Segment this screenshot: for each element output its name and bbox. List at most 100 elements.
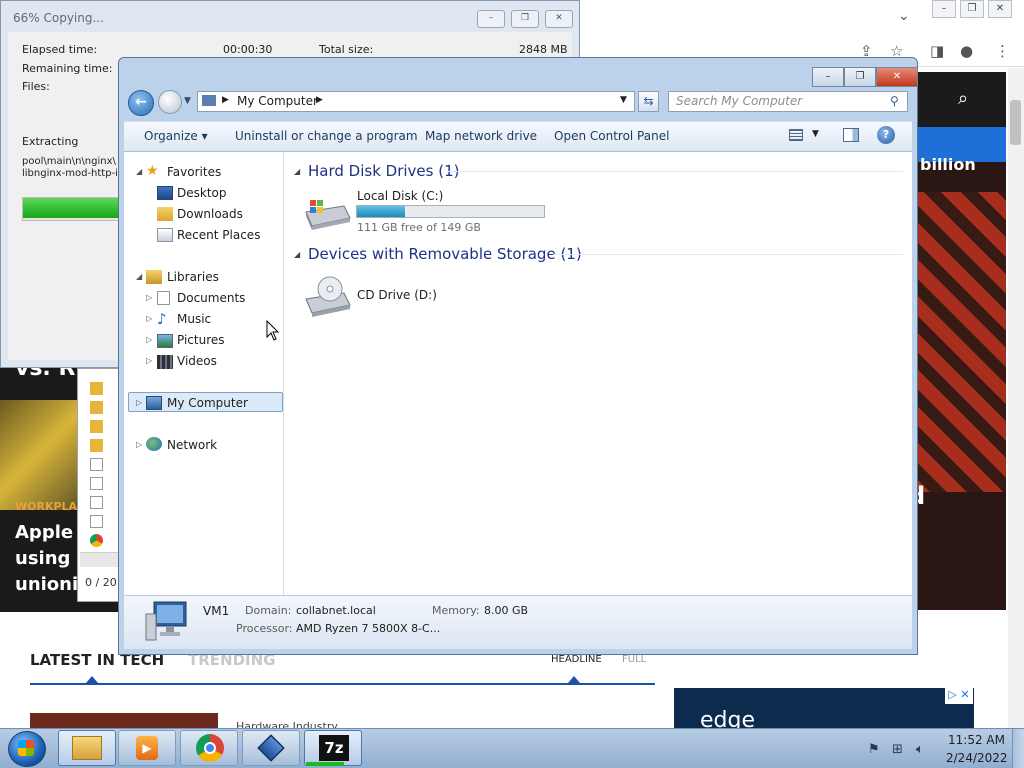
expand-arrow-icon[interactable]: ▷ <box>146 356 152 365</box>
hard-disk-icon[interactable] <box>304 198 352 232</box>
sidebar-item-videos[interactable]: Videos <box>177 354 217 368</box>
group-divider <box>553 254 903 255</box>
domain-value: collabnet.local <box>296 604 376 617</box>
sidebar-item-downloads[interactable]: Downloads <box>177 207 243 221</box>
change-view-icon[interactable] <box>789 129 803 141</box>
browser-restore-button[interactable]: ❐ <box>960 0 984 18</box>
expand-arrow-icon[interactable]: ▷ <box>136 398 142 407</box>
show-desktop-button[interactable] <box>1012 729 1024 768</box>
copy-progress-fill <box>23 198 119 218</box>
preview-pane-icon[interactable] <box>843 128 859 142</box>
help-icon[interactable]: ? <box>877 126 895 144</box>
folder-icon[interactable] <box>90 439 103 452</box>
file-icon[interactable] <box>90 496 103 509</box>
recent-places-icon <box>157 228 173 242</box>
sidebar-item-network[interactable]: Network <box>167 438 217 452</box>
copy-close-button[interactable]: ✕ <box>545 10 573 28</box>
clock-time[interactable]: 11:52 AM <box>948 733 1005 747</box>
hard-disk-drives-header[interactable]: Hard Disk Drives (1) <box>308 162 459 180</box>
total-size-value: 2848 MB <box>519 43 568 56</box>
sidebar-item-libraries[interactable]: Libraries <box>167 270 219 284</box>
forward-button[interactable] <box>158 90 182 114</box>
settings-file-icon[interactable] <box>90 458 103 471</box>
side-panel-icon[interactable]: ◨ <box>930 42 944 60</box>
sidebar-item-pictures[interactable]: Pictures <box>177 333 225 347</box>
browser-minimize-button[interactable]: – <box>932 0 956 18</box>
favorites-star-icon: ★ <box>146 163 159 179</box>
videos-icon <box>157 355 173 369</box>
search-placeholder: Search My Computer <box>676 94 803 108</box>
explorer-maximize-button[interactable]: ❐ <box>844 67 876 87</box>
collapse-arrow-icon[interactable]: ◢ <box>136 167 142 176</box>
browser-menu-icon[interactable]: ⋮ <box>995 42 1010 60</box>
action-center-flag-icon[interactable]: ⚑ <box>868 742 880 757</box>
address-dropdown-icon[interactable]: ▼ <box>620 95 627 105</box>
sidebar-item-favorites[interactable]: Favorites <box>167 165 221 179</box>
sidebar-item-music[interactable]: Music <box>177 312 211 326</box>
network-tray-icon[interactable]: ⊞ <box>892 742 903 757</box>
cd-drive-name[interactable]: CD Drive (D:) <box>357 288 437 302</box>
site-search-icon[interactable]: ⌕ <box>958 88 968 109</box>
breadcrumb-arrow-icon[interactable]: ▶ <box>222 95 229 105</box>
folder-icon[interactable] <box>90 401 103 414</box>
refresh-button[interactable]: ⇆ <box>638 91 659 112</box>
cd-drive-icon[interactable] <box>304 275 352 317</box>
breadcrumb-my-computer[interactable]: My Computer <box>237 94 318 108</box>
removable-storage-header[interactable]: Devices with Removable Storage (1) <box>308 245 582 263</box>
downloads-folder-icon <box>157 207 173 221</box>
file-icon[interactable] <box>90 477 103 490</box>
tab-search-chevron-icon[interactable]: ⌄ <box>898 8 910 24</box>
view-headline-toggle[interactable]: HEADLINE <box>551 654 602 665</box>
group-collapse-icon[interactable]: ◢ <box>294 167 300 176</box>
sidebar-item-documents[interactable]: Documents <box>177 291 245 305</box>
expand-arrow-icon[interactable]: ▷ <box>146 293 152 302</box>
file-icon[interactable] <box>90 515 103 528</box>
profile-avatar-icon[interactable]: ● <box>960 42 973 60</box>
explorer-minimize-button[interactable]: – <box>812 67 844 87</box>
article-thumbnail[interactable] <box>30 713 218 729</box>
expand-arrow-icon[interactable]: ▷ <box>136 440 142 449</box>
article-category-tag[interactable]: WORKPLAC <box>15 500 85 513</box>
recent-pages-chevron-icon[interactable]: ▼ <box>184 96 191 106</box>
chrome-file-icon[interactable] <box>90 534 103 547</box>
browser-close-button[interactable]: ✕ <box>988 0 1012 18</box>
volume-icon[interactable]: 🔈︎ <box>916 742 924 757</box>
search-icon[interactable]: ⚲ <box>890 94 899 108</box>
copy-window-controls: – ❐ ✕ <box>477 10 573 28</box>
map-network-drive-button[interactable]: Map network drive <box>425 129 537 143</box>
back-button[interactable]: ← <box>128 90 154 116</box>
file-list-hscrollbar[interactable] <box>80 552 118 567</box>
organize-button[interactable]: Organize ▾ <box>144 129 208 143</box>
tab-indicator-icon <box>86 676 98 683</box>
local-disk-name[interactable]: Local Disk (C:) <box>357 189 443 203</box>
copy-restore-button[interactable]: ❐ <box>511 10 539 28</box>
folder-icon[interactable] <box>90 382 103 395</box>
uninstall-program-button[interactable]: Uninstall or change a program <box>235 129 418 143</box>
explorer-close-button[interactable]: ✕ <box>876 67 918 87</box>
sidebar-item-desktop[interactable]: Desktop <box>177 186 227 200</box>
expand-arrow-icon[interactable]: ▷ <box>146 335 152 344</box>
group-collapse-icon[interactable]: ◢ <box>294 250 300 259</box>
file-count: 0 / 20 <box>85 576 117 589</box>
clock-date[interactable]: 2/24/2022 <box>946 751 1008 765</box>
current-file-path: pool\main\n\nginx\ <box>22 156 116 167</box>
open-control-panel-button[interactable]: Open Control Panel <box>554 129 669 143</box>
ad-close-button[interactable]: ▷ ✕ <box>945 688 973 704</box>
memory-value: 8.00 GB <box>484 604 529 617</box>
breadcrumb-arrow-icon[interactable]: ▶ <box>316 95 323 105</box>
view-options-dropdown-icon[interactable]: ▼ <box>812 129 819 139</box>
network-icon <box>146 437 162 451</box>
view-full-toggle[interactable]: FULL <box>622 654 646 665</box>
page-scrollbar[interactable] <box>1008 68 1024 728</box>
expand-arrow-icon[interactable]: ▷ <box>146 314 152 323</box>
article-title[interactable]: Apple S using A unioniz <box>15 520 92 598</box>
copy-minimize-button[interactable]: – <box>477 10 505 28</box>
files-label: Files: <box>22 80 50 93</box>
sidebar-item-my-computer[interactable]: My Computer <box>167 396 248 410</box>
page-scrollbar-thumb[interactable] <box>1010 100 1021 145</box>
folder-icon[interactable] <box>90 420 103 433</box>
collapse-arrow-icon[interactable]: ◢ <box>136 272 142 281</box>
explorer-window-controls: – ❐ ✕ <box>812 67 918 87</box>
view-indicator-icon <box>568 676 580 683</box>
sidebar-item-recent-places[interactable]: Recent Places <box>177 228 260 242</box>
